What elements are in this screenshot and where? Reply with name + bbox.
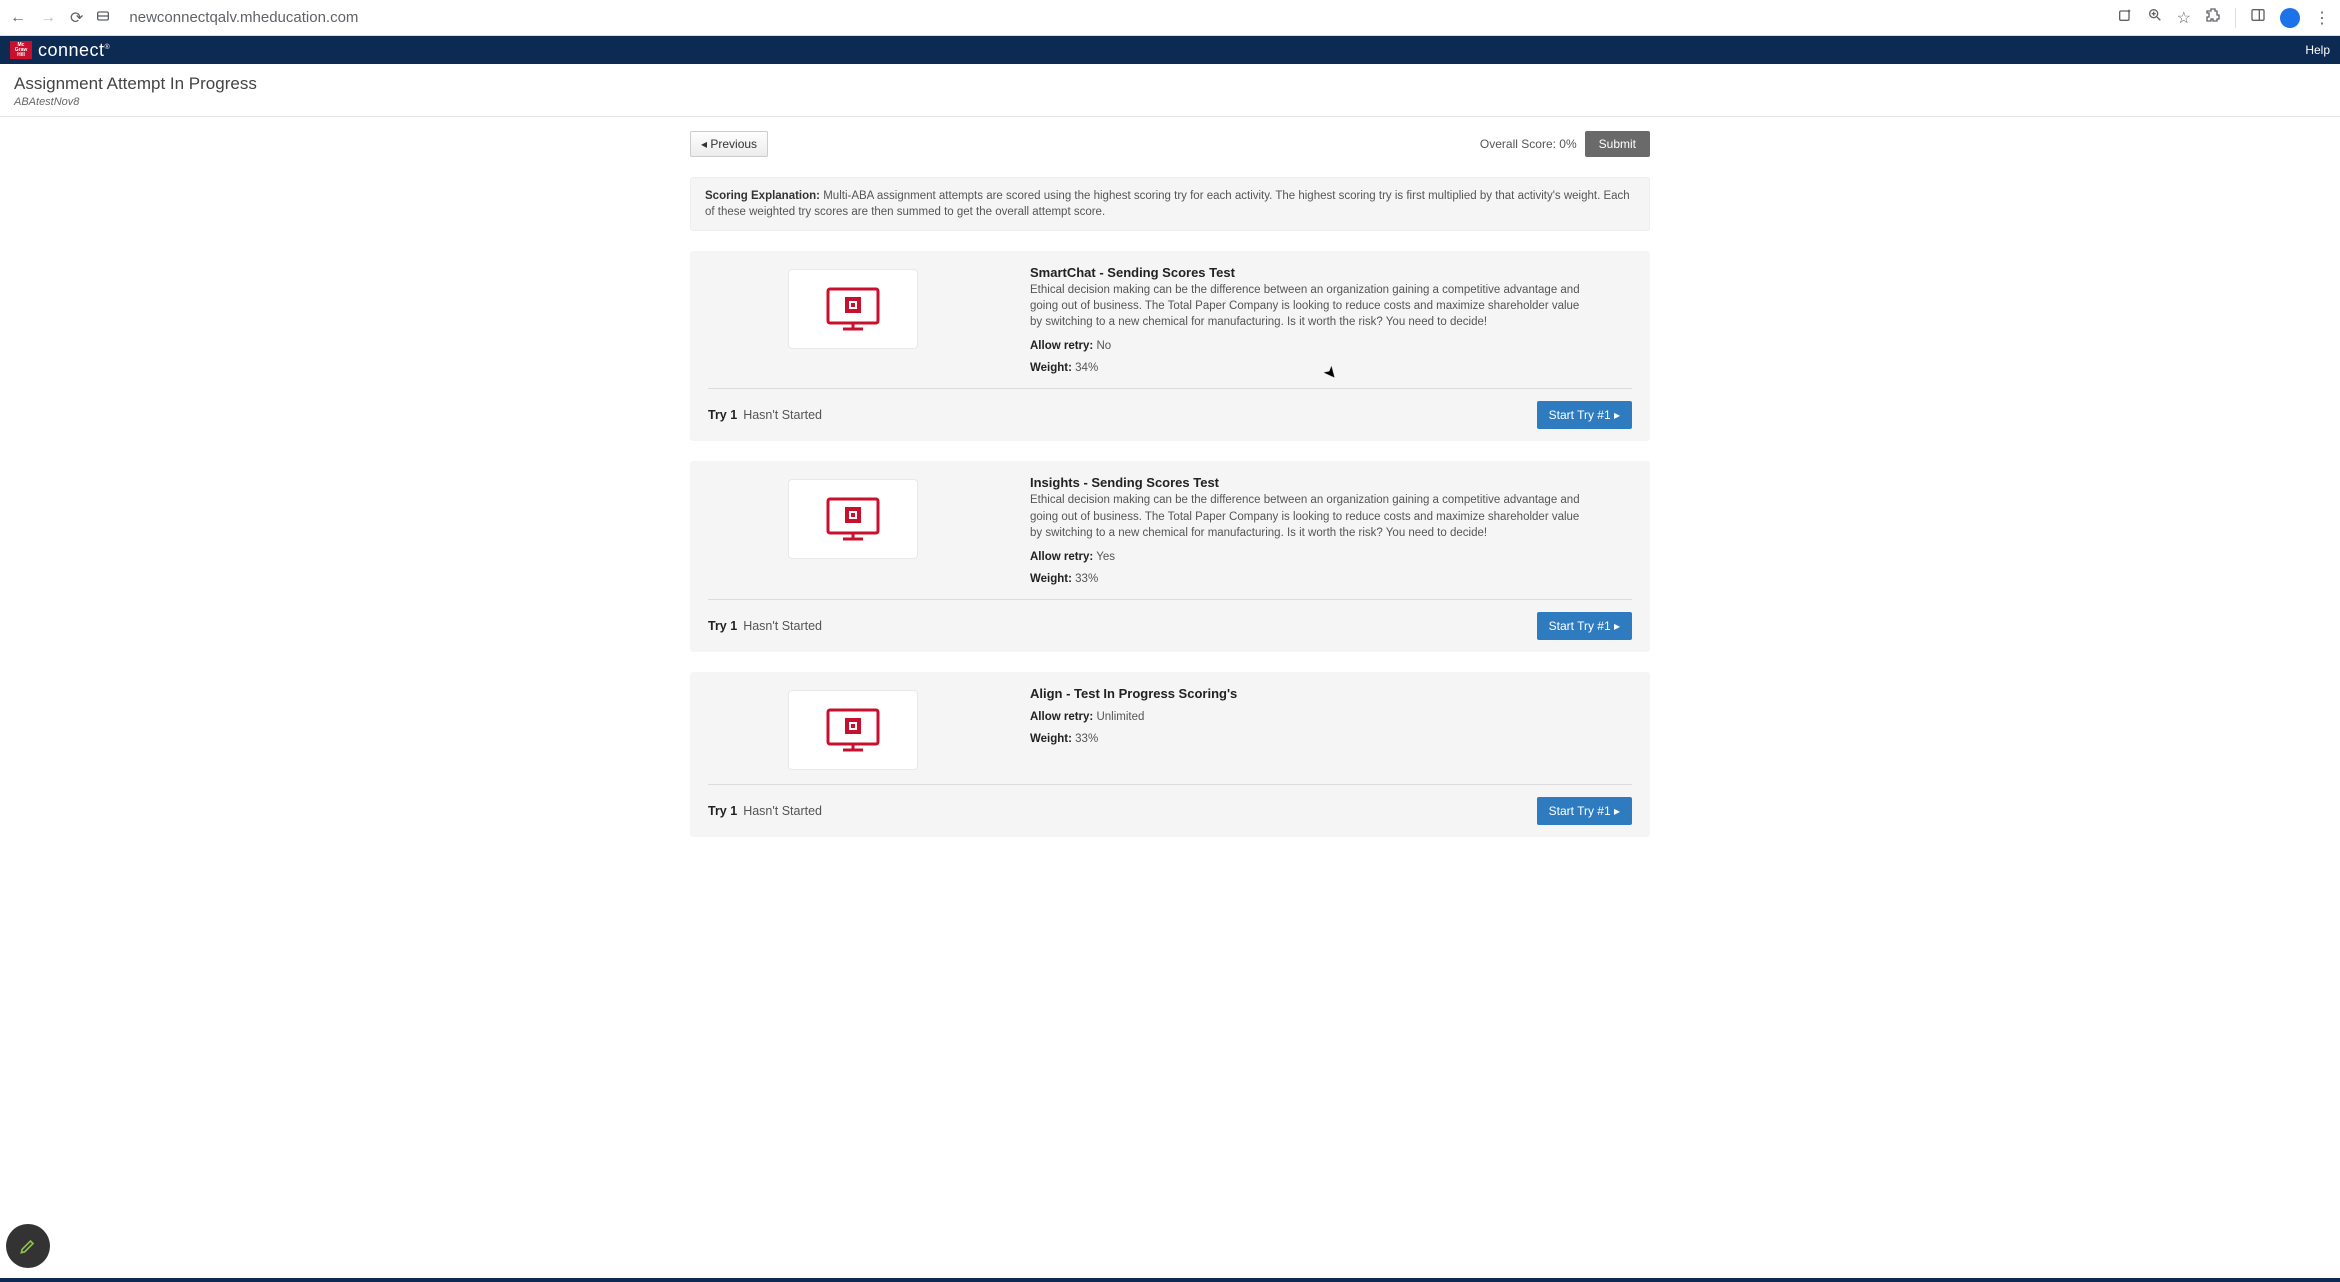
try-status: Hasn't Started — [743, 804, 822, 818]
try-row: Try 1 Hasn't Started Start Try #1 ▸ — [708, 388, 1632, 441]
submit-button[interactable]: Submit — [1585, 131, 1650, 157]
site-info-icon[interactable] — [95, 8, 111, 27]
activity-retry: Allow retry: Yes — [1030, 551, 1632, 563]
forward-icon[interactable]: → — [40, 9, 56, 27]
activity-card: Align - Test In Progress Scoring's Allow… — [690, 672, 1650, 837]
connect-wordmark: connect® — [38, 40, 110, 61]
pencil-icon — [18, 1236, 38, 1256]
brand-line: Hill — [17, 53, 25, 58]
logo[interactable]: Mc Graw Hill connect® — [10, 40, 110, 61]
try-row: Try 1 Hasn't Started Start Try #1 ▸ — [708, 784, 1632, 837]
activity-thumbnail — [708, 265, 998, 374]
reload-icon[interactable]: ⟳ — [70, 8, 83, 28]
share-icon[interactable] — [2117, 7, 2133, 28]
activity-card: Insights - Sending Scores Test Ethical d… — [690, 461, 1650, 651]
browser-right-icons: ☆ ⋮ — [2117, 7, 2330, 28]
activity-weight: Weight: 33% — [1030, 573, 1632, 585]
overall-label: Overall Score: — [1480, 137, 1556, 151]
browser-nav: ← → ⟳ — [10, 8, 83, 28]
separator — [2235, 8, 2236, 28]
floating-edit-button[interactable] — [6, 1224, 50, 1268]
extensions-icon[interactable] — [2205, 7, 2221, 28]
try-label: Try 1 — [708, 804, 737, 818]
activity-weight: Weight: 33% — [1030, 733, 1632, 745]
url-area: newconnectqalv.mheducation.com — [95, 5, 2104, 30]
activity-title: Insights - Sending Scores Test — [1030, 475, 1632, 490]
page-subheader: Assignment Attempt In Progress ABAtestNo… — [0, 64, 2340, 117]
mh-badge-icon: Mc Graw Hill — [10, 41, 32, 59]
activity-description: Ethical decision making can be the diffe… — [1030, 282, 1590, 330]
page-title: Assignment Attempt In Progress — [14, 74, 2326, 94]
start-try-button[interactable]: Start Try #1 ▸ — [1537, 797, 1632, 825]
activity-title: Align - Test In Progress Scoring's — [1030, 686, 1632, 701]
start-try-button[interactable]: Start Try #1 ▸ — [1537, 612, 1632, 640]
monitor-box-icon — [823, 705, 883, 755]
content: ◂ Previous Overall Score: 0% Submit Scor… — [690, 117, 1650, 837]
app-bar: Mc Graw Hill connect® Help — [0, 36, 2340, 64]
help-link[interactable]: Help — [2305, 43, 2330, 57]
try-row: Try 1 Hasn't Started Start Try #1 ▸ — [708, 599, 1632, 652]
overall-score: Overall Score: 0% — [1480, 137, 1577, 151]
browser-chrome: ← → ⟳ newconnectqalv.mheducation.com ☆ ⋮ — [0, 0, 2340, 36]
activity-description: Ethical decision making can be the diffe… — [1030, 492, 1590, 540]
monitor-box-icon — [823, 284, 883, 334]
start-try-button[interactable]: Start Try #1 ▸ — [1537, 401, 1632, 429]
url-display[interactable]: newconnectqalv.mheducation.com — [121, 5, 2104, 30]
top-row: ◂ Previous Overall Score: 0% Submit — [690, 131, 1650, 157]
scoring-label: Scoring Explanation: — [705, 190, 820, 202]
bottom-strip — [0, 1278, 2340, 1282]
overall-value: 0% — [1559, 137, 1576, 151]
try-label: Try 1 — [708, 619, 737, 633]
monitor-box-icon — [823, 494, 883, 544]
back-icon[interactable]: ← — [10, 9, 26, 27]
try-status: Hasn't Started — [743, 619, 822, 633]
previous-button[interactable]: ◂ Previous — [690, 131, 768, 157]
activity-weight: Weight: 34% — [1030, 362, 1632, 374]
sidepanel-icon[interactable] — [2250, 7, 2266, 28]
star-icon[interactable]: ☆ — [2177, 8, 2191, 28]
profile-avatar[interactable] — [2280, 8, 2300, 28]
scoring-explanation: Scoring Explanation: Multi-ABA assignmen… — [690, 177, 1650, 231]
activity-title: SmartChat - Sending Scores Test — [1030, 265, 1632, 280]
activity-retry: Allow retry: Unlimited — [1030, 711, 1632, 723]
zoom-icon[interactable] — [2147, 7, 2163, 28]
activity-retry: Allow retry: No — [1030, 340, 1632, 352]
try-status: Hasn't Started — [743, 408, 822, 422]
menu-icon[interactable]: ⋮ — [2314, 8, 2330, 28]
activity-thumbnail — [708, 475, 998, 584]
brand-text: connect — [38, 40, 105, 60]
activity-card: SmartChat - Sending Scores Test Ethical … — [690, 251, 1650, 441]
page-subtitle: ABAtestNov8 — [14, 96, 2326, 108]
scoring-text: Multi-ABA assignment attempts are scored… — [705, 190, 1630, 218]
try-label: Try 1 — [708, 408, 737, 422]
activity-thumbnail — [708, 686, 998, 770]
previous-label: Previous — [710, 137, 757, 151]
